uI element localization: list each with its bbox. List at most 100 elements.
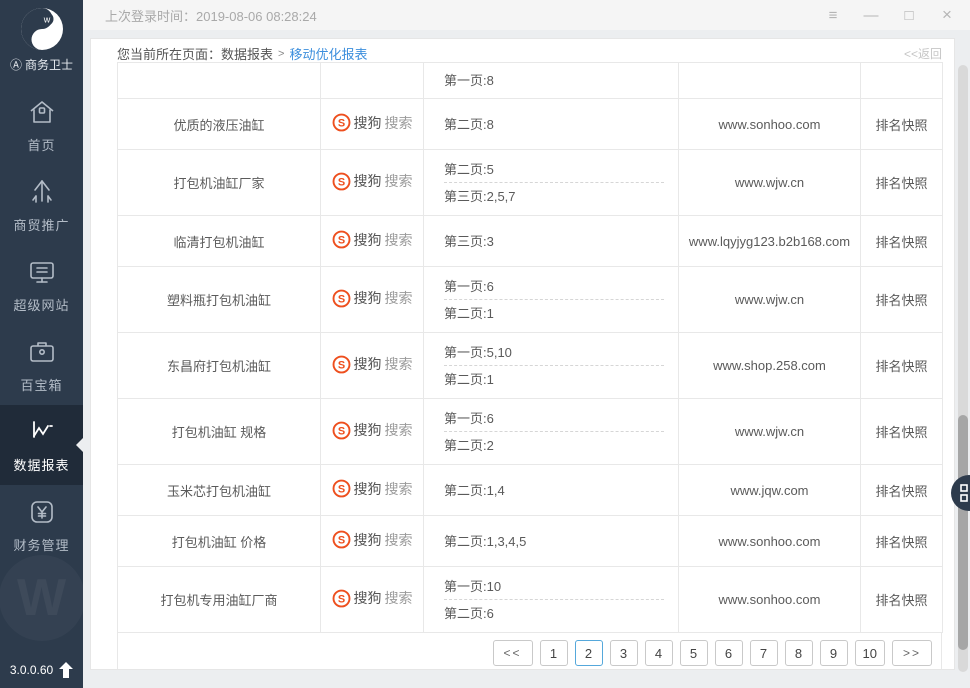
table-row: 打包机油缸厂家S搜狗搜索第二页:5第三页:2,5,7www.wjw.cn排名快照 — [118, 150, 943, 216]
snapshot-cell — [861, 63, 943, 99]
snapshot-link[interactable]: 排名快照 — [875, 425, 927, 440]
search-engine-cell: S搜狗搜索 — [321, 567, 424, 633]
titlebar: 上次登录时间：2019-08-06 08:28:24 ≡ — □ × — [83, 0, 970, 30]
sogou-engine: S搜狗搜索 — [332, 113, 413, 133]
pagination-page-3[interactable]: 3 — [610, 640, 638, 666]
breadcrumb: 您当前所在页面：数据报表 > 移动优化报表 <<返回 — [117, 45, 942, 62]
pagination-page-10[interactable]: 10 — [855, 640, 885, 666]
yin-yang-logo-icon: w — [19, 6, 65, 52]
snapshot-link[interactable]: 排名快照 — [875, 484, 927, 499]
engine-name: 搜狗 — [354, 113, 382, 133]
active-indicator-wedge — [76, 438, 83, 452]
pagination-next-button[interactable]: >> — [892, 640, 932, 666]
snapshot-cell: 排名快照 — [861, 267, 943, 333]
update-arrow-icon[interactable] — [59, 662, 73, 678]
sogou-icon: S — [332, 530, 351, 549]
scrollbar-thumb[interactable] — [958, 415, 968, 650]
close-icon[interactable]: × — [928, 1, 966, 29]
home-icon — [27, 97, 57, 127]
sogou-engine: S搜狗搜索 — [332, 479, 413, 499]
pagination-page-4[interactable]: 4 — [645, 640, 673, 666]
main-area: 上次登录时间：2019-08-06 08:28:24 ≡ — □ × 您当前所在… — [83, 0, 970, 688]
pagination-page-5[interactable]: 5 — [680, 640, 708, 666]
rank-line: 第三页:2,5,7 — [444, 184, 664, 209]
report-card: 您当前所在页面：数据报表 > 移动优化报表 <<返回 S第一页:8优质的液压油缸… — [90, 38, 955, 670]
url-cell: www.shop.258.com — [679, 333, 861, 399]
snapshot-link[interactable]: 排名快照 — [875, 535, 927, 550]
qr-code-icon — [960, 484, 970, 502]
version-row: 3.0.0.60 — [0, 662, 83, 678]
pagination-page-6[interactable]: 6 — [715, 640, 743, 666]
table-row: 玉米芯打包机油缸S搜狗搜索第二页:1,4www.jqw.com排名快照 — [118, 465, 943, 516]
pagination-page-1[interactable]: 1 — [540, 640, 568, 666]
rankings-cell: 第一页:6第二页:2 — [424, 399, 679, 465]
menu-icon[interactable]: ≡ — [814, 1, 852, 29]
snapshot-cell: 排名快照 — [861, 465, 943, 516]
search-engine-cell: S搜狗搜索 — [321, 267, 424, 333]
sidebar-item-reports[interactable]: 数据报表 — [0, 405, 83, 485]
keyword-cell: 玉米芯打包机油缸 — [118, 465, 321, 516]
search-engine-cell: S搜狗搜索 — [321, 465, 424, 516]
snapshot-link[interactable]: 排名快照 — [875, 359, 927, 374]
sidebar-item-website[interactable]: 超级网站 — [0, 245, 83, 325]
url-cell: www.wjw.cn — [679, 267, 861, 333]
table-row: 临清打包机油缸S搜狗搜索第三页:3www.lqyjyg123.b2b168.co… — [118, 216, 943, 267]
rankings-cell: 第一页:10第二页:6 — [424, 567, 679, 633]
svg-text:S: S — [337, 293, 344, 305]
watermark-logo: W — [0, 555, 85, 641]
rank-line: 第一页:5,10 — [444, 340, 664, 366]
breadcrumb-current-link[interactable]: 移动优化报表 — [289, 44, 367, 63]
keyword-cell: 临清打包机油缸 — [118, 216, 321, 267]
sidebar-item-label: 百宝箱 — [20, 375, 62, 394]
rank-line: 第二页:2 — [444, 433, 664, 458]
table-row: 打包机油缸 规格S搜狗搜索第一页:6第二页:2www.wjw.cn排名快照 — [118, 399, 943, 465]
svg-text:S: S — [337, 484, 344, 496]
vertical-scrollbar[interactable] — [958, 65, 968, 672]
table-row: 打包机油缸 价格S搜狗搜索第二页:1,3,4,5www.sonhoo.com排名… — [118, 516, 943, 567]
engine-name: 搜狗 — [354, 588, 382, 608]
snapshot-cell: 排名快照 — [861, 99, 943, 150]
rank-line: 第三页:3 — [444, 229, 664, 254]
last-login-time: 上次登录时间：2019-08-06 08:28:24 — [105, 6, 317, 25]
finance-icon — [27, 497, 57, 527]
rank-line: 第二页:6 — [444, 601, 664, 626]
rank-line: 第二页:1,4 — [444, 478, 664, 503]
sogou-engine: S搜狗搜索 — [332, 588, 413, 608]
rank-line: 第一页:10 — [444, 574, 664, 600]
snapshot-link[interactable]: 排名快照 — [875, 235, 927, 250]
sidebar: w Ⓐ 商务卫士 首页商贸推广超级网站百宝箱数据报表财务管理 W 3.0.0.6… — [0, 0, 83, 688]
pagination-page-9[interactable]: 9 — [820, 640, 848, 666]
pagination-page-2[interactable]: 2 — [575, 640, 603, 666]
snapshot-link[interactable]: 排名快照 — [875, 593, 927, 608]
snapshot-link[interactable]: 排名快照 — [875, 118, 927, 133]
pagination-page-8[interactable]: 8 — [785, 640, 813, 666]
minimize-icon[interactable]: — — [852, 1, 890, 29]
pagination-prev-button[interactable]: << — [493, 640, 533, 666]
url-cell: www.sonhoo.com — [679, 99, 861, 150]
rankings-cell: 第三页:3 — [424, 216, 679, 267]
back-link[interactable]: <<返回 — [904, 45, 942, 62]
sogou-icon: S — [332, 421, 351, 440]
svg-text:S: S — [337, 235, 344, 247]
sidebar-item-finance[interactable]: 财务管理 — [0, 485, 83, 565]
maximize-icon[interactable]: □ — [890, 1, 928, 29]
pagination-page-7[interactable]: 7 — [750, 640, 778, 666]
svg-text:S: S — [337, 425, 344, 437]
sidebar-item-home[interactable]: 首页 — [0, 85, 83, 165]
sogou-icon: S — [332, 355, 351, 374]
sogou-engine: S搜狗搜索 — [332, 420, 413, 440]
ranking-table: S第一页:8优质的液压油缸S搜狗搜索第二页:8www.sonhoo.com排名快… — [117, 62, 943, 633]
engine-name: 搜狗 — [354, 354, 382, 374]
search-engine-cell: S搜狗搜索 — [321, 333, 424, 399]
sogou-icon: S — [332, 589, 351, 608]
snapshot-cell: 排名快照 — [861, 150, 943, 216]
svg-text:w: w — [42, 15, 50, 25]
rank-line: 第一页:8 — [444, 68, 664, 93]
brand-name: Ⓐ 商务卫士 — [0, 56, 83, 73]
snapshot-link[interactable]: 排名快照 — [875, 176, 927, 191]
snapshot-cell: 排名快照 — [861, 516, 943, 567]
sidebar-item-toolbox[interactable]: 百宝箱 — [0, 325, 83, 405]
sidebar-item-promotion[interactable]: 商贸推广 — [0, 165, 83, 245]
rank-line: 第二页:1 — [444, 367, 664, 392]
snapshot-link[interactable]: 排名快照 — [875, 293, 927, 308]
